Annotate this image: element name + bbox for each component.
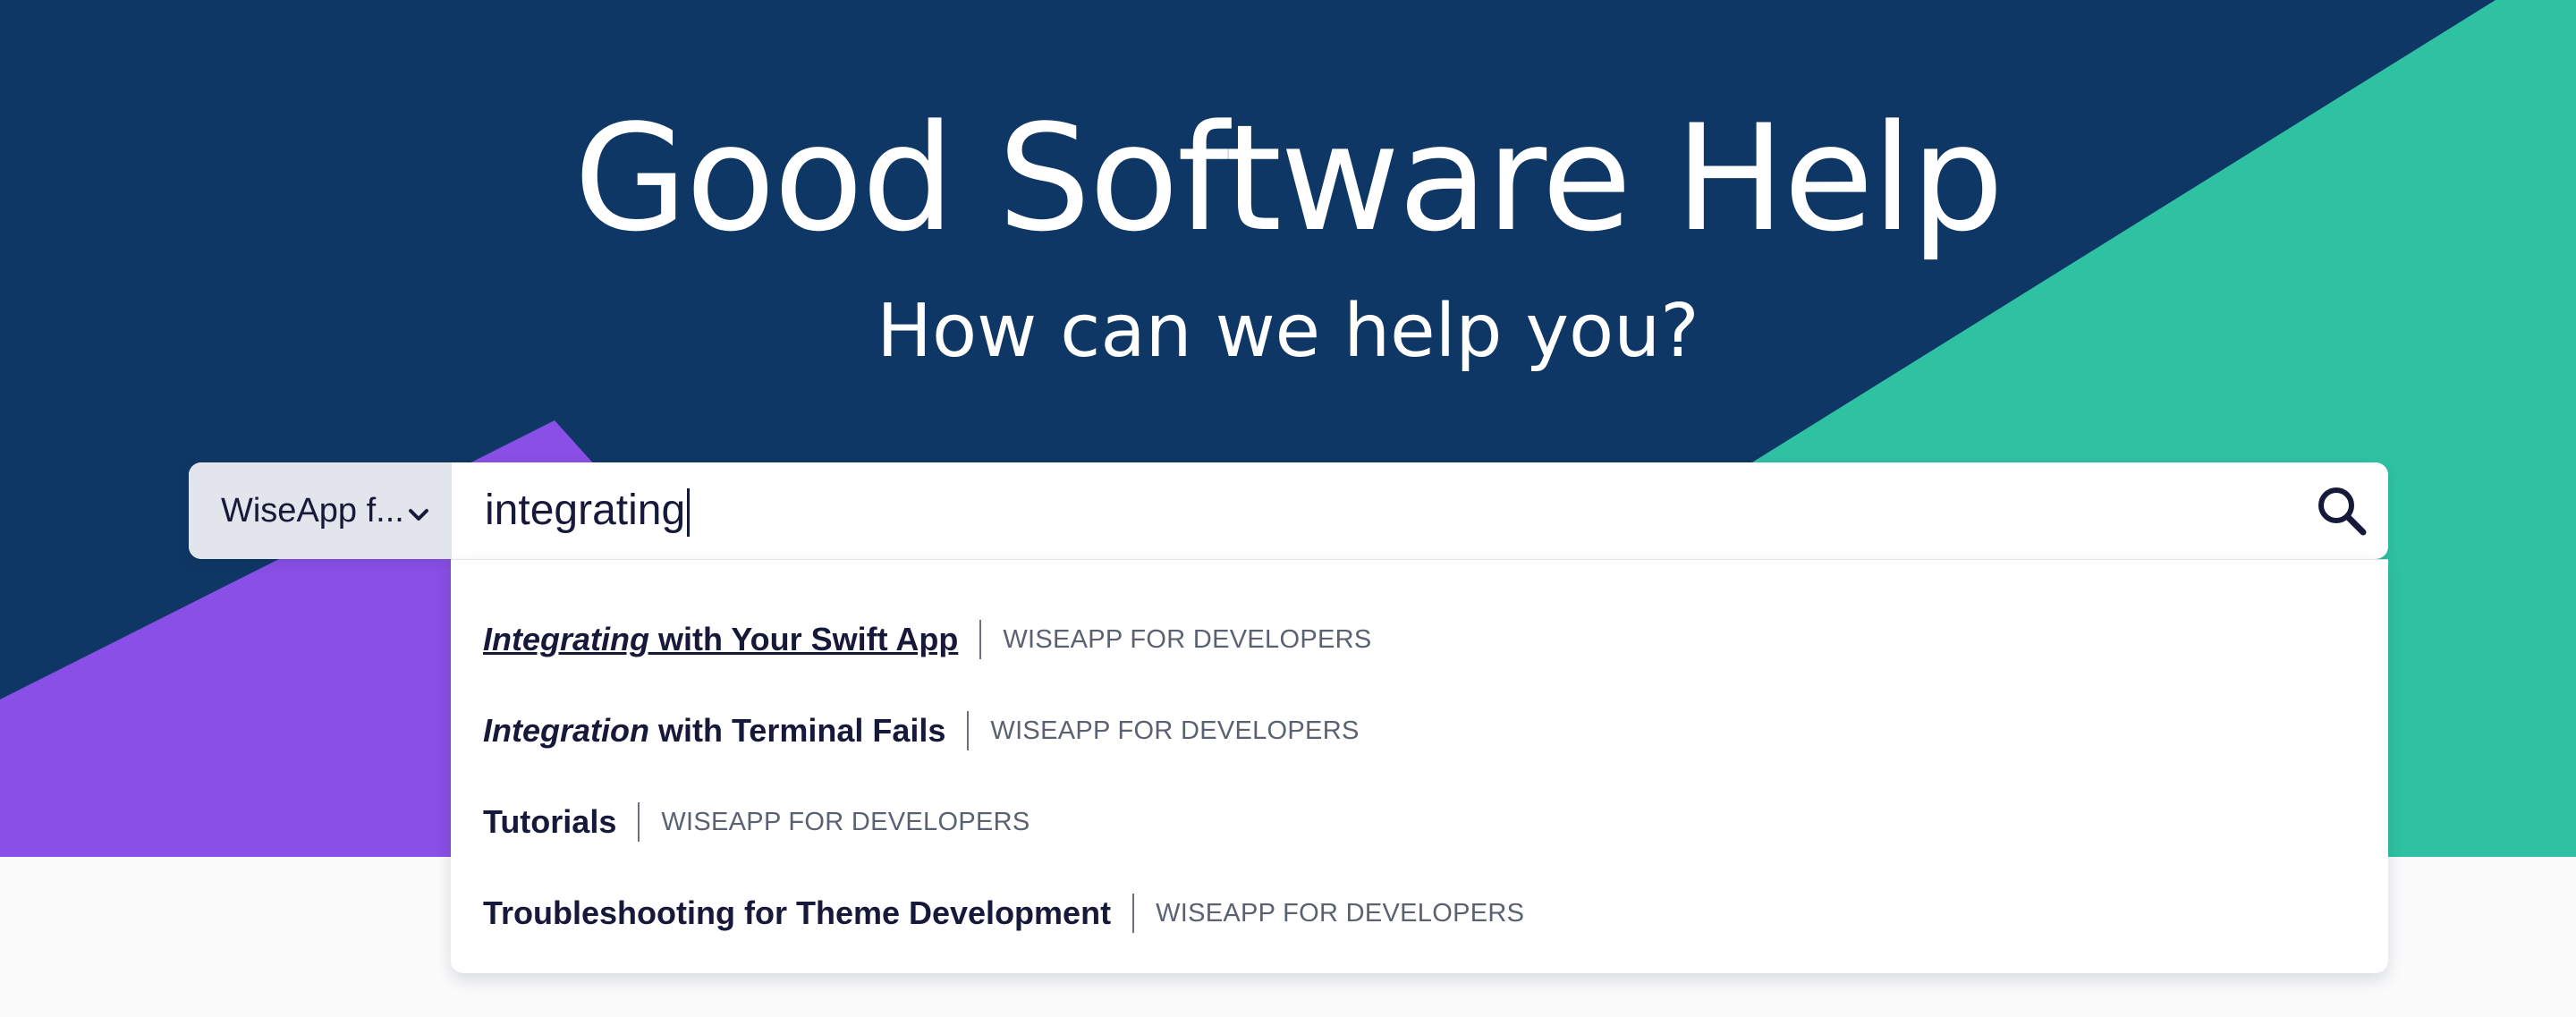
suggestions-dropdown: Integrating with Your Swift App WISEAPP … bbox=[451, 559, 2388, 973]
divider bbox=[638, 802, 640, 842]
suggestion-title: Integrating with Your Swift App bbox=[483, 621, 958, 658]
search-input[interactable]: integrating bbox=[485, 462, 691, 559]
suggestion-category: WISEAPP FOR DEVELOPERS bbox=[661, 807, 1030, 836]
suggestion-match: Integrating bbox=[483, 621, 649, 657]
suggestion-item[interactable]: Troubleshooting for Theme Development WI… bbox=[483, 886, 1524, 940]
suggestion-item[interactable]: Integration with Terminal Fails WISEAPP … bbox=[483, 704, 1360, 758]
divider bbox=[979, 620, 982, 659]
suggestion-title: Integration with Terminal Fails bbox=[483, 712, 945, 750]
search-icon bbox=[2315, 487, 2368, 541]
page-title: Good Software Help bbox=[573, 93, 2004, 264]
suggestion-title-rest: with Terminal Fails bbox=[649, 712, 946, 749]
suggestion-category: WISEAPP FOR DEVELOPERS bbox=[1156, 898, 1525, 928]
search-input-value: integrating bbox=[485, 487, 686, 534]
scope-select-label: WiseApp f... bbox=[221, 491, 404, 530]
page-subtitle: How can we help you? bbox=[877, 289, 1699, 374]
text-caret bbox=[687, 488, 691, 538]
suggestion-title-rest: Tutorials bbox=[483, 803, 617, 840]
search-button[interactable] bbox=[2315, 484, 2368, 542]
suggestion-title-rest: Troubleshooting for Theme Development bbox=[483, 894, 1112, 931]
suggestion-item[interactable]: Integrating with Your Swift App WISEAPP … bbox=[483, 613, 1372, 666]
divider bbox=[967, 711, 970, 750]
suggestion-category: WISEAPP FOR DEVELOPERS bbox=[990, 716, 1360, 745]
suggestion-match: Integration bbox=[483, 712, 649, 749]
suggestion-item[interactable]: Tutorials WISEAPP FOR DEVELOPERS bbox=[483, 795, 1030, 849]
suggestion-category: WISEAPP FOR DEVELOPERS bbox=[1003, 624, 1372, 654]
suggestion-title: Troubleshooting for Theme Development bbox=[483, 894, 1111, 932]
search-bar: WiseApp f... integrating bbox=[189, 462, 2388, 559]
divider bbox=[1132, 894, 1135, 933]
chevron-down-icon bbox=[406, 498, 431, 537]
scope-select[interactable]: WiseApp f... bbox=[189, 462, 452, 559]
suggestion-title-rest: with Your Swift App bbox=[649, 621, 959, 657]
suggestion-title: Tutorials bbox=[483, 803, 616, 841]
